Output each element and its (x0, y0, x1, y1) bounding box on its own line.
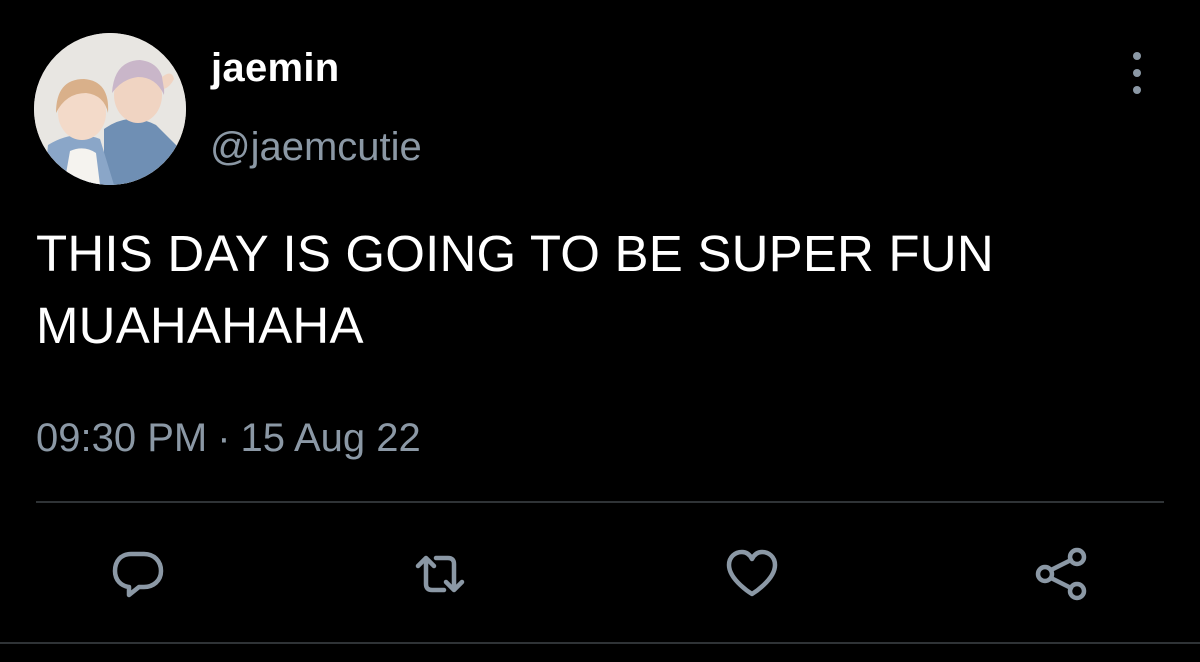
user-handle[interactable]: @jaemcutie (210, 123, 422, 171)
reply-button[interactable] (108, 544, 168, 604)
tweet-timestamp: 09:30 PM · 15 Aug 22 (36, 414, 421, 462)
retweet-icon (415, 555, 465, 593)
like-button[interactable] (722, 544, 782, 604)
share-button[interactable] (1032, 544, 1092, 604)
more-vertical-icon[interactable] (1120, 52, 1154, 94)
tweet-card: jaemin @jaemcutie THIS DAY IS GOING TO B… (0, 0, 1200, 662)
avatar-photo (34, 33, 186, 185)
more-dot (1133, 86, 1141, 94)
share-icon (1035, 547, 1087, 601)
meta-separator: · (217, 416, 231, 460)
more-dot (1133, 52, 1141, 60)
divider (36, 501, 1164, 503)
display-name[interactable]: jaemin (211, 44, 340, 92)
more-dot (1133, 69, 1141, 77)
reply-icon (112, 551, 164, 598)
bottom-divider (0, 642, 1200, 644)
retweet-button[interactable] (410, 544, 470, 604)
avatar[interactable] (34, 33, 186, 185)
tweet-time[interactable]: 09:30 PM (36, 416, 207, 460)
heart-icon (726, 549, 778, 597)
tweet-date[interactable]: 15 Aug 22 (241, 416, 421, 460)
tweet-text: THIS DAY IS GOING TO BE SUPER FUN MUAHAH… (36, 225, 994, 354)
